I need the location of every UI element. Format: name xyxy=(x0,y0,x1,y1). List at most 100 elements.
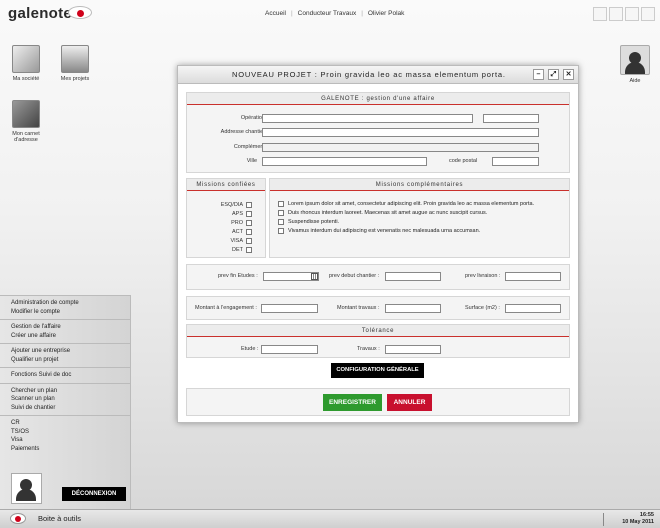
window-button-4[interactable] xyxy=(641,7,655,21)
menu-group-doc: Fonctions Suivi de doc xyxy=(0,368,130,384)
mission-comp-checkbox-4[interactable] xyxy=(278,228,284,234)
prev-livraison-input[interactable] xyxy=(505,272,561,281)
panel-affaire: GALENOTE : gestion d'une affaire Opérati… xyxy=(186,92,570,173)
save-button[interactable]: ENREGISTRER xyxy=(323,394,382,411)
mission-comp-label: Duis rhoncus interdum laoreet. Maecenas … xyxy=(288,210,488,216)
new-project-dialog: NOUVEAU PROJET : Proin gravida leo ac ma… xyxy=(177,65,579,423)
maximize-button[interactable]: ⤢ xyxy=(548,69,559,80)
window-button-1[interactable] xyxy=(593,7,607,21)
panel-dates: prev fin Etudes : prev debut chantier : … xyxy=(186,264,570,290)
app-logo[interactable]: galenote xyxy=(8,5,72,22)
menu-item[interactable]: Chercher un plan xyxy=(11,387,120,396)
mission-checkbox-esq[interactable] xyxy=(246,202,252,208)
panel-missions-confiees: Missions confiées ESQ/DIA APS PRO ACT VI… xyxy=(186,178,266,258)
mission-checkbox-pro[interactable] xyxy=(246,220,252,226)
label-prev-livraison: prev livraison : xyxy=(465,273,501,279)
menu-item[interactable]: Ajouter une entreprise xyxy=(11,347,120,356)
minimize-button[interactable]: – xyxy=(533,69,544,80)
menu-item[interactable]: Paiements xyxy=(11,445,120,454)
toolbox-label[interactable]: Boite à outils xyxy=(38,514,81,523)
menu-group-affaire: Gestion de l'affaire Créer une affaire xyxy=(0,320,130,344)
section-title-affaire: GALENOTE : gestion d'une affaire xyxy=(187,93,569,105)
dialog-title: NOUVEAU PROJET : Proin gravida leo ac ma… xyxy=(232,70,506,79)
menu-item[interactable]: Modifier le compte xyxy=(11,308,120,317)
window-button-2[interactable] xyxy=(609,7,623,21)
clock-separator xyxy=(603,513,604,526)
label-tolerance-travaux: Travaux : xyxy=(357,346,380,352)
menu-item[interactable]: Créer une affaire xyxy=(11,332,120,341)
toolbox-logo-icon[interactable] xyxy=(10,513,26,524)
tolerance-etude-input[interactable] xyxy=(261,345,318,354)
mission-comp-checkbox-1[interactable] xyxy=(278,201,284,207)
montant-travaux-input[interactable] xyxy=(385,304,441,313)
desktop-icon-label: Ma société xyxy=(12,76,40,82)
section-title-tolerance: Tolérance xyxy=(187,325,569,337)
mission-label: ACT xyxy=(232,229,243,235)
nav-user-link[interactable]: Olivier Polak xyxy=(368,10,404,17)
menu-item[interactable]: Administration de compte xyxy=(11,299,120,308)
menu-item[interactable]: TS/OS xyxy=(11,428,120,437)
top-bar: galenote Accueil | Conducteur Travaux | Oliv… xyxy=(0,0,660,30)
menu-item[interactable]: Gestion de l'affaire xyxy=(11,323,120,332)
label-tolerance-etude: Etude : xyxy=(241,346,259,352)
menu-item[interactable]: Suivi de chantier xyxy=(11,404,120,413)
mission-checkbox-visa[interactable] xyxy=(246,238,252,244)
desktop-icon-projets[interactable]: Mes projets xyxy=(54,45,96,82)
window-button-3[interactable] xyxy=(625,7,639,21)
desktop-icon-carnet[interactable]: Mon carnet d'adresse xyxy=(5,100,47,143)
surface-input[interactable] xyxy=(505,304,561,313)
logout-button[interactable]: DÉCONNEXION xyxy=(62,487,126,501)
nav-home-link[interactable]: Accueil xyxy=(265,10,286,17)
menu-item[interactable]: Qualifier un projet xyxy=(11,356,120,365)
mission-label: DET xyxy=(232,247,243,253)
nav-role-link[interactable]: Conducteur Travaux xyxy=(298,10,357,17)
label-operation: Opération xyxy=(240,115,265,121)
section-title-missions-complementaires: Missions complémentaires xyxy=(270,179,569,191)
desktop-icon-societe[interactable]: Ma société xyxy=(5,45,47,82)
montant-engagement-input[interactable] xyxy=(261,304,318,313)
cancel-button[interactable]: ANNULER xyxy=(387,394,432,411)
calendar-icon[interactable] xyxy=(311,273,318,280)
ville-input[interactable] xyxy=(262,157,427,166)
operation-input[interactable] xyxy=(262,114,473,123)
menu-item[interactable]: Visa xyxy=(11,436,120,445)
mission-comp-label: Lorem ipsum dolor sit amet, consectetur … xyxy=(288,201,535,207)
desktop-icon-aide[interactable]: Aide xyxy=(614,45,656,84)
label-prev-fin-etudes: prev fin Etudes : xyxy=(218,273,258,279)
address-book-icon xyxy=(12,100,40,128)
complement-input[interactable] xyxy=(262,143,539,152)
mission-checkbox-act[interactable] xyxy=(246,229,252,235)
menu-item[interactable]: Scanner un plan xyxy=(11,395,120,404)
top-navigation: Accueil | Conducteur Travaux | Olivier Polak xyxy=(265,10,405,17)
close-button[interactable]: ✕ xyxy=(563,69,574,80)
clock-date: 10 May 2011 xyxy=(622,518,654,525)
label-surface: Surface (m2) : xyxy=(465,305,500,311)
operation-code-input[interactable] xyxy=(483,114,539,123)
mission-comp-checkbox-2[interactable] xyxy=(278,210,284,216)
mission-checkbox-det[interactable] xyxy=(246,247,252,253)
configuration-generale-button[interactable]: CONFIGURATION GÉNÉRALE xyxy=(331,363,424,378)
tolerance-travaux-input[interactable] xyxy=(385,345,441,354)
user-avatar[interactable] xyxy=(11,473,42,504)
label-complement: Complément xyxy=(233,144,265,150)
prev-debut-chantier-input[interactable] xyxy=(385,272,441,281)
help-person-icon xyxy=(620,45,650,75)
mission-label: ESQ/DIA xyxy=(220,202,243,208)
mission-checkbox-aps[interactable] xyxy=(246,211,252,217)
menu-group-plan: Chercher un plan Scanner un plan Suivi d… xyxy=(0,384,130,416)
menu-item[interactable]: CR xyxy=(11,419,120,428)
desktop-icon-label: d'adresse xyxy=(14,137,38,143)
dialog-titlebar[interactable]: NOUVEAU PROJET : Proin gravida leo ac ma… xyxy=(178,66,578,84)
mission-label: PRO xyxy=(231,220,243,226)
folder-icon xyxy=(61,45,89,73)
menu-group-entreprise: Ajouter une entreprise Qualifier un proj… xyxy=(0,344,130,368)
desktop-icon-label: Mes projets xyxy=(60,76,90,82)
desktop-icon-label: Aide xyxy=(629,78,641,84)
panel-missions-complementaires: Missions complémentaires Lorem ipsum dol… xyxy=(269,178,570,258)
menu-item[interactable]: Fonctions Suivi de doc xyxy=(11,371,120,380)
mission-label: APS xyxy=(231,211,243,217)
adresse-input[interactable] xyxy=(262,128,539,137)
left-menu: Administration de compte Modifier le com… xyxy=(0,295,131,509)
code-postal-input[interactable] xyxy=(492,157,539,166)
mission-comp-checkbox-3[interactable] xyxy=(278,219,284,225)
